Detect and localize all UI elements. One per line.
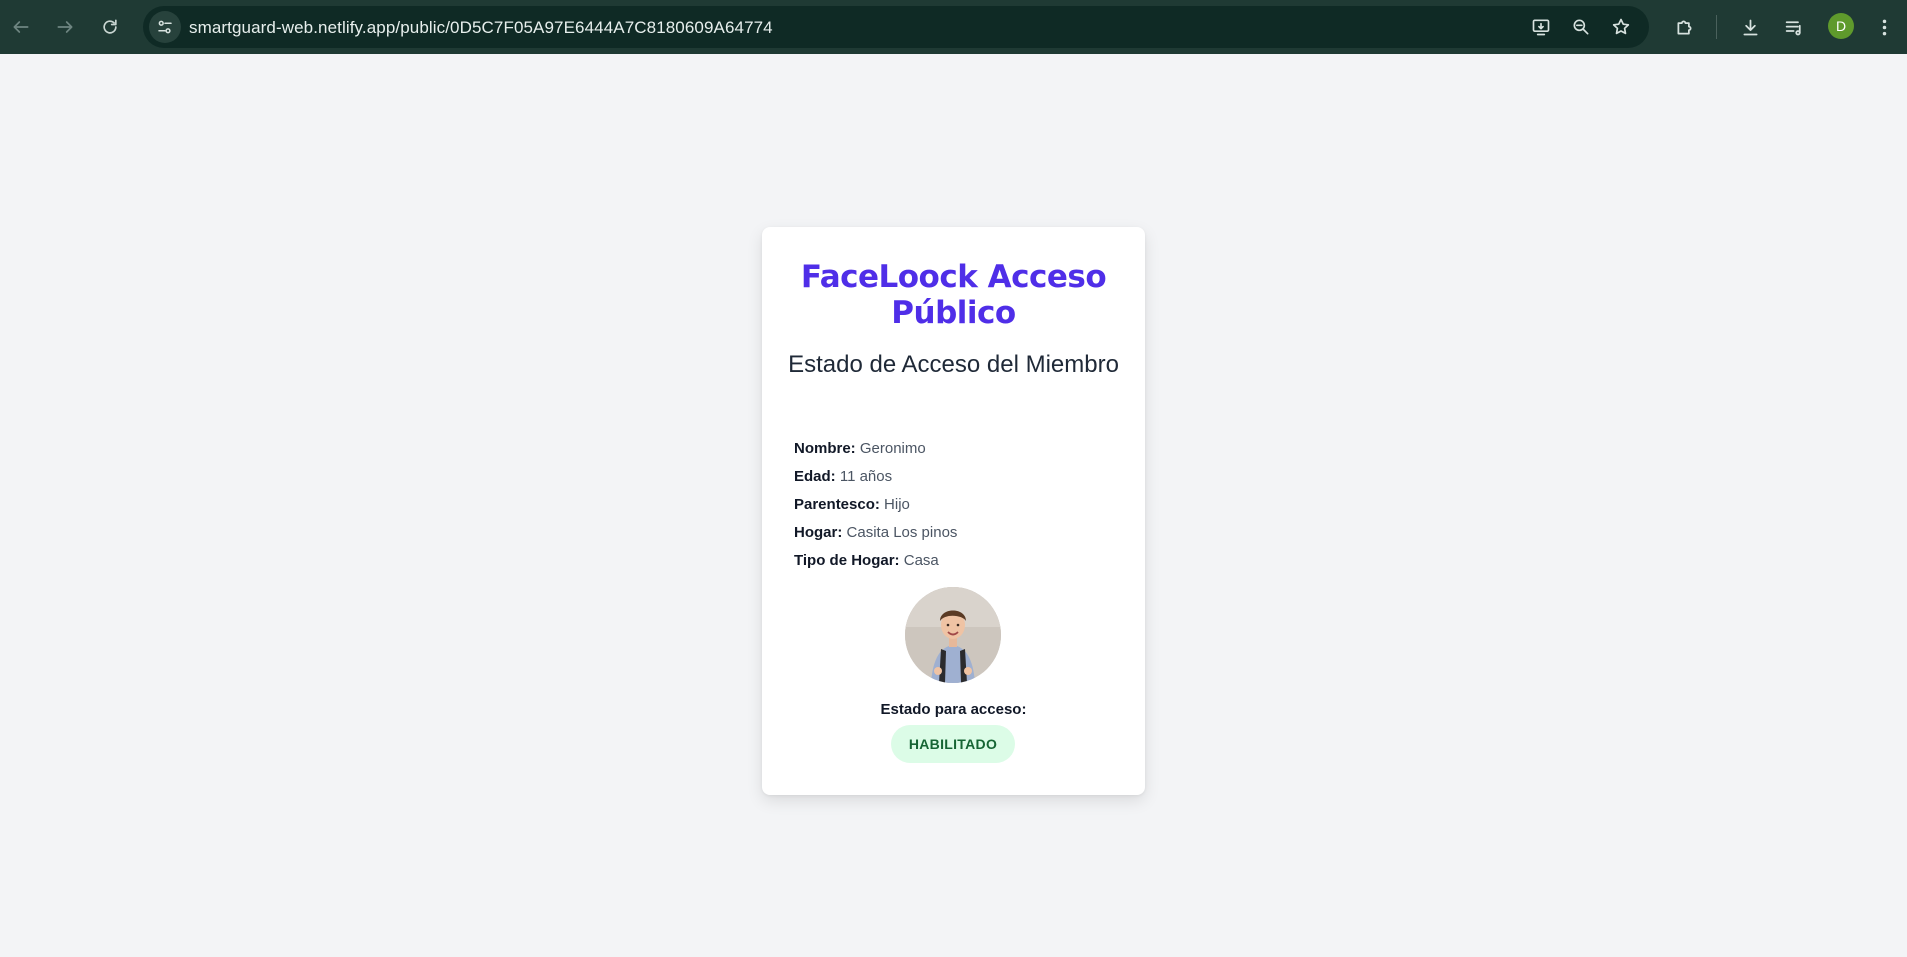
install-app-button[interactable] xyxy=(1525,11,1557,43)
reload-button[interactable] xyxy=(90,7,130,47)
member-photo xyxy=(905,587,1001,683)
field-value: 11 años xyxy=(839,468,893,485)
extensions-button[interactable] xyxy=(1666,9,1702,45)
site-info-button[interactable] xyxy=(149,11,181,43)
field-value: Hijo xyxy=(884,496,910,513)
field-value: Casita Los pinos xyxy=(846,524,958,541)
field-label: Parentesco: xyxy=(794,496,880,513)
toolbar-divider xyxy=(1716,15,1717,39)
star-icon xyxy=(1612,18,1630,35)
field-nombre: Nombre: Geronimo xyxy=(794,435,957,463)
profile-avatar[interactable]: D xyxy=(1828,13,1854,39)
downloads-button[interactable] xyxy=(1732,9,1768,45)
reload-icon xyxy=(103,19,117,34)
install-app-icon xyxy=(1532,19,1550,36)
playlist-icon xyxy=(1785,20,1801,35)
card-subtitle: Estado de Acceso del Miembro xyxy=(788,351,1119,378)
status-label: Estado para acceso: xyxy=(880,701,1027,718)
field-tipo-hogar: Tipo de Hogar: Casa xyxy=(794,547,957,575)
download-icon xyxy=(1743,19,1757,35)
browser-toolbar: smartguard-web.netlify.app/public/0D5C7F… xyxy=(0,0,1907,54)
field-value: Casa xyxy=(903,552,939,569)
media-controls-button[interactable] xyxy=(1776,9,1812,45)
field-label: Edad: xyxy=(794,468,836,485)
field-edad: Edad: 11 años xyxy=(794,463,957,491)
bookmark-button[interactable] xyxy=(1605,11,1637,43)
zoom-out-icon xyxy=(1573,19,1589,35)
address-bar[interactable]: smartguard-web.netlify.app/public/0D5C7F… xyxy=(143,6,1649,48)
field-label: Tipo de Hogar: xyxy=(794,552,900,569)
browser-menu-button[interactable] xyxy=(1866,9,1902,45)
field-hogar: Hogar: Casita Los pinos xyxy=(794,519,957,547)
field-label: Nombre: xyxy=(794,440,856,457)
field-parentesco: Parentesco: Hijo xyxy=(794,491,957,519)
field-label: Hogar: xyxy=(794,524,843,541)
arrow-left-icon xyxy=(13,21,29,33)
forward-button[interactable] xyxy=(45,7,85,47)
arrow-right-icon xyxy=(57,21,73,33)
tune-icon xyxy=(158,20,172,34)
zoom-button[interactable] xyxy=(1565,11,1597,43)
member-details: Nombre: Geronimo Edad: 11 años Parentesc… xyxy=(794,435,957,575)
member-access-card: FaceLoock Acceso Público Estado de Acces… xyxy=(762,227,1145,795)
url-text[interactable]: smartguard-web.netlify.app/public/0D5C7F… xyxy=(189,18,773,38)
field-value: Geronimo xyxy=(859,440,926,457)
kebab-menu-icon xyxy=(1882,19,1886,35)
page-title: FaceLoock Acceso Público xyxy=(800,259,1107,331)
back-button[interactable] xyxy=(1,7,41,47)
status-badge: HABILITADO xyxy=(891,725,1015,763)
puzzle-icon xyxy=(1677,20,1691,34)
